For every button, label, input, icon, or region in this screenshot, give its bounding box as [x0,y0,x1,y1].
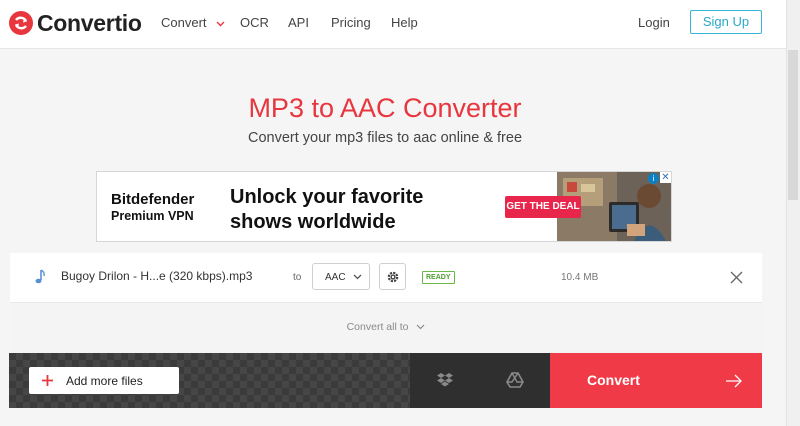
ad-cta-button[interactable]: GET THE DEAL [505,196,581,218]
output-format-select[interactable]: AAC [312,263,370,290]
google-drive-button[interactable] [480,353,550,408]
gear-icon [387,271,399,283]
page-title: MP3 to AAC Converter [248,93,522,123]
file-row: Bugoy Drilon - H...e (320 kbps).mp3 to A… [10,253,762,303]
scrollbar-thumb[interactable] [788,50,798,200]
page-subtitle: Convert your mp3 files to aac online & f… [247,130,523,146]
settings-button[interactable] [379,263,406,290]
convert-label: Convert [587,372,640,388]
close-icon[interactable]: ✕ [660,172,671,183]
info-icon[interactable]: i [648,173,659,184]
nav-help[interactable]: Help [391,15,418,30]
brand-name: Convertio [37,9,142,36]
convert-button[interactable]: Convert [550,353,762,408]
status-badge: READY [422,271,455,284]
login-link[interactable]: Login [638,15,670,30]
add-more-files-label: Add more files [66,374,143,388]
ad-banner[interactable]: Bitdefender Premium VPN Unlock your favo… [96,171,672,242]
dropbox-icon [437,373,453,387]
chevron-down-icon [216,21,225,27]
top-header: Convertio Convert OCR API Pricing Help L… [0,0,800,49]
music-note-icon [35,269,45,284]
brand-logo[interactable]: Convertio [9,10,142,36]
close-icon[interactable] [730,271,743,284]
file-name: Bugoy Drilon - H...e (320 kbps).mp3 [61,269,253,283]
add-more-files-button[interactable]: Add more files [29,367,179,394]
nav-convert-label: Convert [161,15,207,30]
dropbox-button[interactable] [410,353,480,408]
nav-convert[interactable]: Convert [161,15,225,30]
convert-all-dropdown[interactable]: Convert all to [10,321,762,333]
nav-ocr[interactable]: OCR [240,15,269,30]
ad-headline: Unlock your favorite shows worldwide [230,186,424,233]
chevron-down-icon [353,274,362,280]
convert-all-label: Convert all to [346,321,409,333]
ad-brand: Bitdefender Premium VPN [111,192,194,224]
ad-brand-name: Bitdefender [111,191,195,208]
nav-api[interactable]: API [288,15,309,30]
convertio-logo-icon [9,11,33,35]
nav-pricing[interactable]: Pricing [331,15,371,30]
file-size: 10.4 MB [561,272,599,283]
convert-all-row: Convert all to [10,303,762,353]
to-label: to [293,272,302,283]
chevron-down-icon [416,324,425,330]
signup-button[interactable]: Sign Up [690,10,762,34]
format-value: AAC [325,272,346,283]
arrow-right-icon [726,374,742,388]
action-bar: Add more files Convert [9,353,762,408]
plus-icon [42,375,53,386]
ad-brand-product: Premium VPN [111,209,194,223]
google-drive-icon [506,372,524,388]
